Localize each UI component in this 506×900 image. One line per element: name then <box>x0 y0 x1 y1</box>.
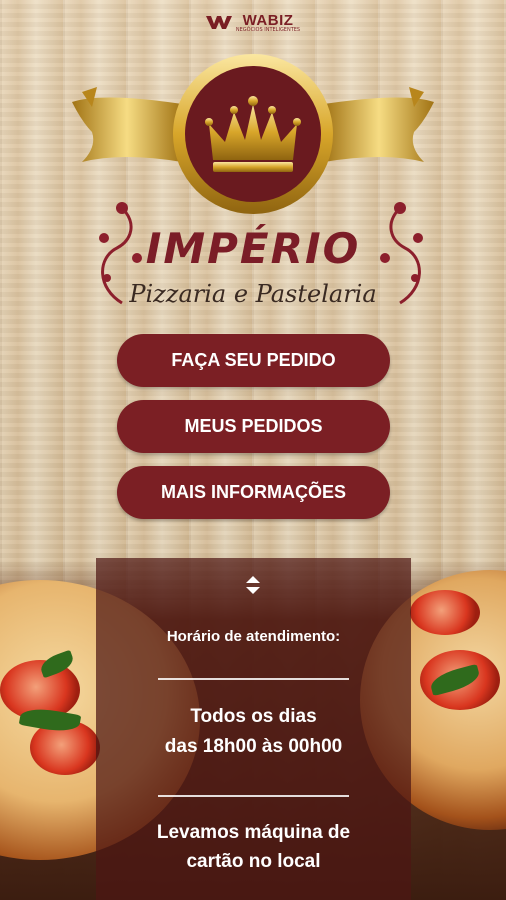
crown-crest <box>72 54 434 214</box>
divider <box>158 678 349 680</box>
hours-heading: Horário de atendimento: <box>166 628 341 645</box>
sort-icon[interactable] <box>243 574 263 596</box>
order-button[interactable]: FAÇA SEU PEDIDO <box>117 334 390 387</box>
restaurant-subtitle: Pizzaria e Pastelaria <box>129 280 377 308</box>
tomato-slice <box>410 590 480 635</box>
card-machine-line2: cartão no local <box>186 851 321 872</box>
hours-days: Todos os dias <box>190 706 317 727</box>
divider <box>158 795 349 797</box>
brand-tagline: NEGÓCIOS INTELIGENTES <box>235 27 301 33</box>
restaurant-name: IMPÉRIO <box>145 224 361 273</box>
info-panel[interactable]: Horário de atendimento: Todos os dias da… <box>96 558 411 900</box>
wabiz-brand: WABIZ NEGÓCIOS INTELIGENTES <box>0 10 506 34</box>
card-machine-line1: Levamos máquina de <box>156 822 351 843</box>
more-info-button[interactable]: MAIS INFORMAÇÕES <box>117 466 390 519</box>
wabiz-logo: WABIZ NEGÓCIOS INTELIGENTES <box>205 10 301 33</box>
hours-time: das 18h00 às 00h00 <box>164 736 343 757</box>
wabiz-logo-icon <box>205 15 232 29</box>
my-orders-button[interactable]: MEUS PEDIDOS <box>117 400 390 453</box>
